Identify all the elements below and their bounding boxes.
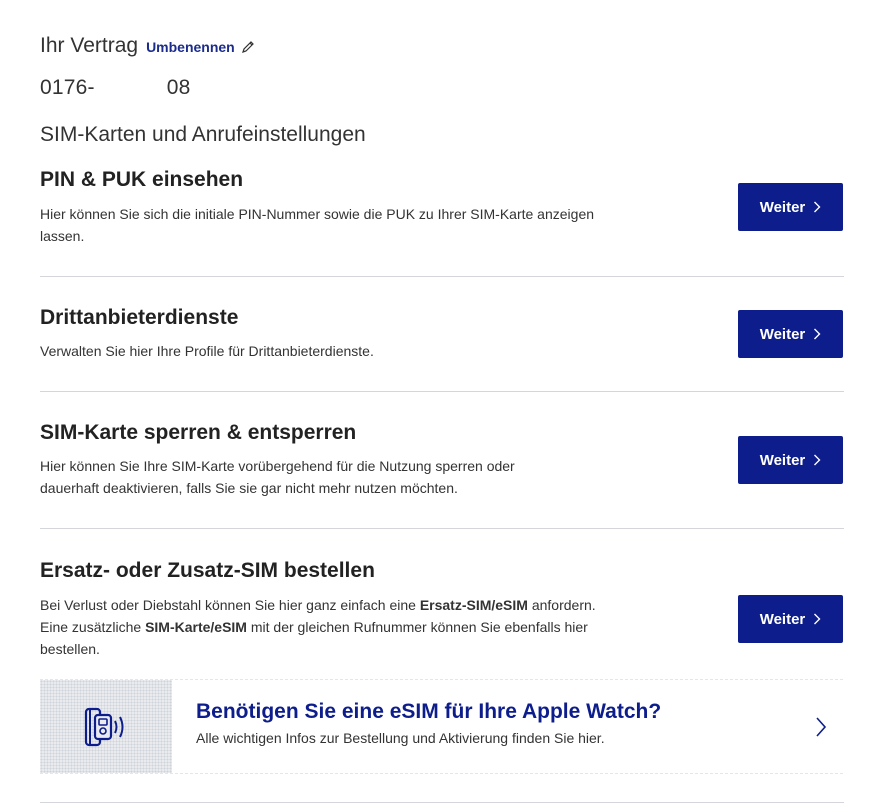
smartwatch-esim-icon: [84, 707, 124, 746]
rename-label: Umbenennen: [146, 39, 235, 55]
button-label: Weiter: [759, 198, 806, 216]
replacement-sim-paragraph-1: Bei Verlust oder Diebstahl können Sie hi…: [40, 597, 596, 613]
banner-text: Benötigen Sie eine eSIM für Ihre Apple W…: [172, 680, 799, 773]
sim-lock-weiter-button[interactable]: Weiter: [738, 436, 843, 484]
divider: [40, 528, 844, 529]
replacement-sim-paragraph-2: Eine zusätzliche SIM-Karte/eSIM mit der …: [40, 619, 588, 657]
rename-link[interactable]: Umbenennen: [146, 39, 255, 55]
divider: [40, 391, 844, 392]
chevron-right-icon: [814, 454, 821, 466]
pencil-icon: [241, 41, 254, 53]
replacement-sim-description: Bei Verlust oder Diebstahl können Sie hi…: [40, 594, 600, 660]
sim-lock-description: Hier können Sie Ihre SIM-Karte vorüberge…: [40, 458, 515, 496]
button-label: Weiter: [759, 325, 806, 343]
banner-chevron[interactable]: [799, 680, 843, 773]
banner-heading: Benötigen Sie eine eSIM für Ihre Apple W…: [196, 700, 662, 723]
third-party-description: Verwalten Sie hier Ihre Profile für Drit…: [40, 343, 374, 359]
chevron-right-icon: [814, 613, 821, 625]
sim-lock-title: SIM-Karte sperren & entsperren: [40, 421, 357, 444]
divider: [40, 276, 844, 277]
phone-number: 0176- 08: [40, 76, 190, 100]
section-title: SIM-Karten und Anrufeinstellungen: [40, 123, 366, 146]
phone-number-prefix: 0176-: [40, 76, 95, 99]
phone-number-suffix: 08: [166, 76, 191, 99]
pin-puk-description: Hier können Sie sich die initiale PIN-Nu…: [40, 206, 595, 244]
page-title: Ihr Vertrag: [40, 34, 139, 57]
contract-header: Ihr Vertrag Umbenennen: [40, 34, 255, 58]
banner-subtext: Alle wichtigen Infos zur Bestellung und …: [196, 730, 605, 746]
third-party-title: Drittanbieterdienste: [40, 306, 239, 329]
chevron-right-icon: [814, 201, 821, 213]
replacement-sim-title: Ersatz- oder Zusatz-SIM bestellen: [40, 559, 375, 582]
chevron-right-icon: [814, 328, 821, 340]
apple-watch-esim-banner[interactable]: Benötigen Sie eine eSIM für Ihre Apple W…: [40, 679, 843, 774]
button-label: Weiter: [759, 610, 806, 628]
third-party-weiter-button[interactable]: Weiter: [738, 310, 843, 358]
banner-illustration: [40, 680, 172, 773]
replacement-sim-weiter-button[interactable]: Weiter: [738, 595, 843, 643]
pin-puk-weiter-button[interactable]: Weiter: [738, 183, 843, 231]
button-label: Weiter: [759, 451, 806, 469]
divider: [40, 802, 844, 803]
pin-puk-title: PIN & PUK einsehen: [40, 168, 244, 191]
chevron-right-icon: [816, 716, 827, 737]
